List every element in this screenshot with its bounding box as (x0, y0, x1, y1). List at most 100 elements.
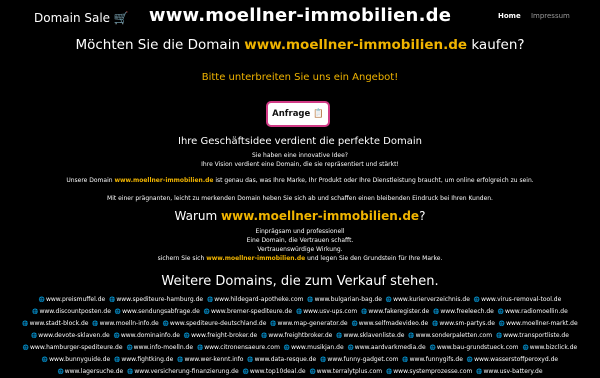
globe-icon: 🌐 (408, 333, 415, 339)
globe-icon: 🌐 (38, 297, 45, 303)
domain-link[interactable]: 🌐www.sklavenliste.de (336, 332, 404, 339)
domain-link-label: www.aardvarkmedia.de (354, 344, 426, 351)
domain-link[interactable]: 🌐www.sonderpaletten.com (408, 332, 492, 339)
domain-link[interactable]: 🌐www.spediteure-hamburg.de (109, 296, 203, 303)
domain-link[interactable]: 🌐www.radiomoellin.de (498, 308, 568, 315)
domain-link-label: www.bulgarian-bag.de (314, 296, 382, 303)
domain-link-label: www.freight-broker.de (191, 332, 258, 339)
domain-link-label: www.transportliste.de (503, 332, 569, 339)
domain-link[interactable]: 🌐www.devote-sklaven.de (31, 332, 110, 339)
domain-link[interactable]: 🌐www.hildegard-apotheke.com (207, 296, 303, 303)
domain-link-label: www.moelln-info.de (99, 320, 159, 327)
domain-link[interactable]: 🌐www.bau-grundstueck.com (430, 344, 519, 351)
domain-link[interactable]: 🌐www.map-generator.de (270, 320, 347, 327)
domain-link-label: www.info-moelln.de (133, 344, 194, 351)
domain-link-label: www.radiomoellin.de (504, 308, 568, 315)
domain-link[interactable]: 🌐www.freeleech.de (433, 308, 494, 315)
domain-link[interactable]: 🌐www.transportliste.de (496, 332, 569, 339)
question-suffix: kaufen? (467, 37, 525, 53)
globe-icon: 🌐 (261, 333, 268, 339)
domain-link[interactable]: 🌐www.selfmadevideo.de (352, 320, 429, 327)
globe-icon: 🌐 (22, 321, 29, 327)
domain-link[interactable]: 🌐www.spediteure-deutschland.de (163, 320, 267, 327)
domain-link[interactable]: 🌐www.dominainfo.de (114, 332, 180, 339)
closing-prefix: sichern Sie sich (157, 255, 207, 262)
domain-link-label: www.spediteure-deutschland.de (169, 320, 267, 327)
domain-link-label: www.lagersuche.de (64, 368, 124, 375)
domain-link[interactable]: 🌐www.info-moelln.de (126, 344, 193, 351)
domain-link-label: www.freeleech.de (440, 308, 494, 315)
globe-icon: 🌐 (270, 321, 277, 327)
globe-icon: 🌐 (309, 369, 316, 375)
domain-link-label: www.stadt-block.de (29, 320, 89, 327)
domain-link[interactable]: 🌐www.fightking.de (114, 356, 173, 363)
globe-icon: 🌐 (283, 345, 291, 351)
domain-link[interactable]: 🌐www.usv-ups.com (296, 308, 357, 315)
why-domain: www.moellner-immobilien.de (221, 209, 420, 223)
top-bar: Domain Sale 🛒 www.moellner-immobilien.de… (0, 0, 600, 32)
domain-link[interactable]: 🌐www.systemprozesse.com (386, 368, 472, 375)
globe-icon: 🌐 (336, 333, 343, 339)
domain-link[interactable]: 🌐www.funnygifs.de (402, 356, 463, 363)
domain-link-label: www.fightking.de (121, 356, 174, 363)
domain-link-label: www.sklavenliste.de (343, 332, 405, 339)
domain-link[interactable]: 🌐www.top10deal.de (243, 368, 306, 375)
question-domain: www.moellner-immobilien.de (244, 37, 468, 53)
why-item: Einprägsam und professionell (255, 228, 345, 235)
domain-link[interactable]: 🌐www.moellner-markt.de (499, 320, 578, 327)
why-item: Vertrauenswürdige Wirkung. (257, 246, 343, 253)
domain-link-label: www.funny-gadget.com (327, 356, 399, 363)
memorable-domain-paragraph: Mit einer prägnanten, leicht zu merkende… (107, 195, 493, 202)
globe-icon: 🌐 (41, 357, 49, 363)
domain-link-label: www.bunnyguide.de (49, 356, 111, 363)
domain-link[interactable]: 🌐www.lagersuche.de (57, 368, 123, 375)
more-domains-heading: Weitere Domains, die zum Verkauf stehen. (161, 274, 439, 289)
domain-link[interactable]: 🌐www.versicherung-finanzierung.de (127, 368, 239, 375)
globe-icon: 🌐 (320, 357, 327, 363)
domain-link-label: www.virus-removal-tool.de (481, 296, 562, 303)
domain-link[interactable]: 🌐www.fakeregister.de (361, 308, 429, 315)
globe-icon: 🌐 (183, 333, 191, 339)
globe-icon: 🌐 (351, 321, 358, 327)
purchase-question: Möchten Sie die Domain www.moellner-immo… (0, 37, 600, 53)
domain-link[interactable]: 🌐www.sendungsabfrage.de (115, 308, 200, 315)
domain-link[interactable]: 🌐www.bulgarian-bag.de (307, 296, 382, 303)
domain-link[interactable]: 🌐www.funny-gadget.com (320, 356, 398, 363)
domain-link[interactable]: 🌐www.virus-removal-tool.de (474, 296, 561, 303)
domain-link[interactable]: 🌐www.bremer-spediteure.de (204, 308, 292, 315)
nav-impressum-link[interactable]: Impressum (531, 12, 570, 20)
inquiry-button[interactable]: Anfrage 📋 (266, 101, 330, 127)
domain-link[interactable]: 🌐www.data-resque.de (247, 356, 316, 363)
globe-icon: 🌐 (196, 345, 204, 351)
domain-link-label: www.moellner-markt.de (506, 320, 578, 327)
domain-link[interactable]: 🌐www.freightbroker.de (261, 332, 332, 339)
domain-link[interactable]: 🌐www.musikjan.de (284, 344, 344, 351)
domain-link[interactable]: 🌐www.moelln-info.de (92, 320, 158, 327)
idea-line-2: Ihre Vision verdient eine Domain, die si… (201, 161, 399, 168)
domain-link[interactable]: 🌐www.bunnyguide.de (42, 356, 110, 363)
domain-link[interactable]: 🌐www.usv-battery.de (476, 368, 542, 375)
domain-link[interactable]: 🌐www.terralytplus.com (310, 368, 383, 375)
domain-link-label: www.preismuffel.de (45, 296, 106, 303)
domain-link[interactable]: 🌐www.bizclick.de (522, 344, 577, 351)
domain-link[interactable]: 🌐www.sm-partys.de (432, 320, 495, 327)
domain-list: 🌐www.preismuffel.de 🌐www.spediteure-hamb… (16, 294, 584, 378)
domain-link[interactable]: 🌐www.wer-kennt.info (177, 356, 243, 363)
domain-link[interactable]: 🌐www.discountposten.de (32, 308, 111, 315)
domain-link-label: www.terralytplus.com (316, 368, 383, 375)
domain-link[interactable]: 🌐www.wasserstoffperoxyd.de (467, 356, 558, 363)
domain-link[interactable]: 🌐www.kurierverzeichnis.de (386, 296, 470, 303)
globe-icon: 🌐 (498, 321, 506, 327)
domain-link[interactable]: 🌐www.preismuffel.de (39, 296, 106, 303)
domain-link[interactable]: 🌐www.freight-broker.de (184, 332, 257, 339)
domain-link-label: www.discountposten.de (39, 308, 111, 315)
domain-link-label: www.wasserstoffperoxyd.de (474, 356, 559, 363)
domain-link[interactable]: 🌐www.hamburger-spediteure.de (23, 344, 123, 351)
nav-home-link[interactable]: Home (498, 12, 521, 20)
domain-link[interactable]: 🌐www.citronensaeure.com (197, 344, 280, 351)
domain-link[interactable]: 🌐www.aardvarkmedia.de (348, 344, 426, 351)
brand-link[interactable]: Domain Sale 🛒 (34, 11, 129, 25)
globe-icon: 🌐 (247, 357, 254, 363)
domain-link[interactable]: 🌐www.stadt-block.de (22, 320, 88, 327)
closing-suffix: und legen Sie den Grundstein für Ihre Ma… (305, 255, 443, 262)
